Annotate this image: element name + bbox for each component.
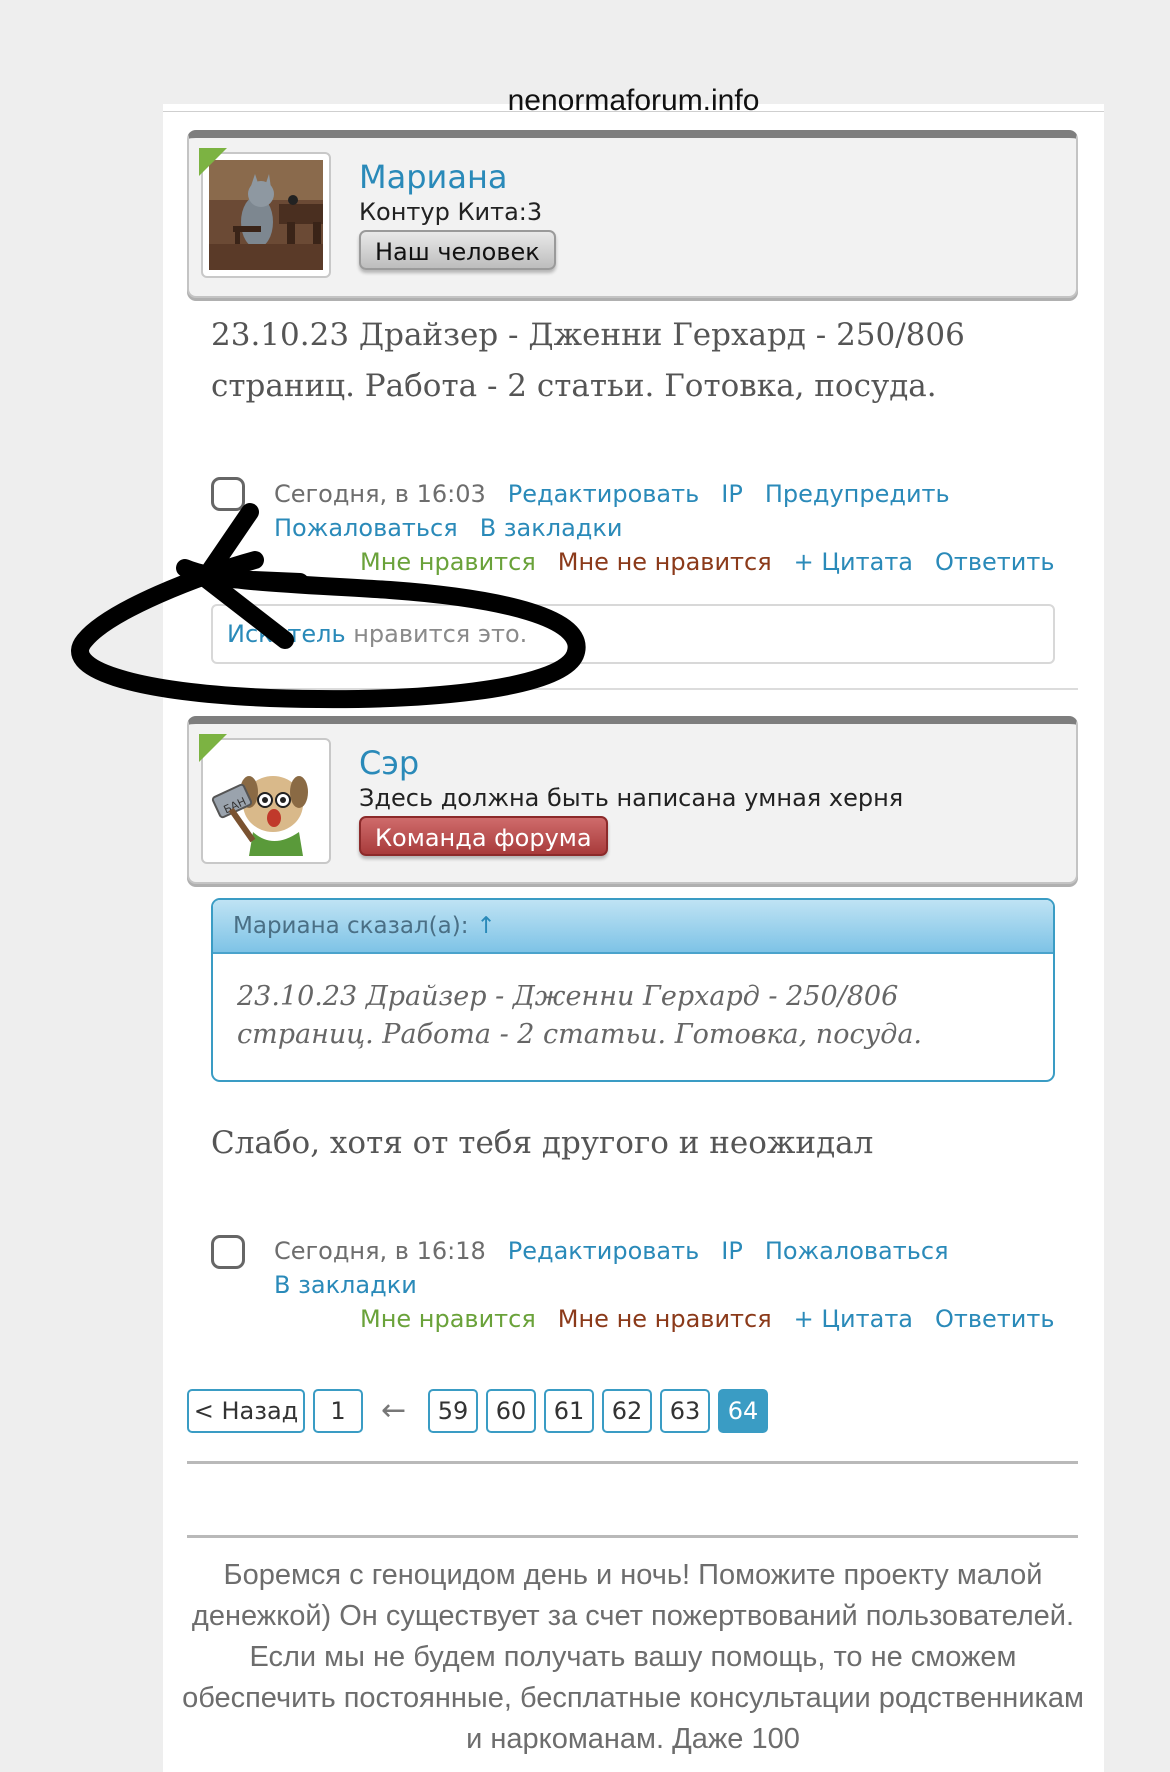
avatar-image: [209, 160, 323, 270]
url-text: nenormaforum.info: [507, 84, 760, 112]
dislike-link[interactable]: Мне не нравится: [558, 1305, 772, 1333]
reply-link[interactable]: Ответить: [935, 1305, 1054, 1333]
user-title: Здесь должна быть написана умная херня: [359, 784, 904, 812]
current-page-indicator: 64: [718, 1389, 768, 1433]
likes-summary: Искатель нравится это.: [211, 604, 1055, 664]
post-message: Слабо, хотя от тебя другого и неожидал: [211, 1125, 874, 1161]
online-status-icon: [199, 734, 227, 762]
ip-link[interactable]: IP: [721, 480, 743, 508]
post-separator: [187, 688, 1078, 690]
page-button[interactable]: 61: [544, 1389, 594, 1433]
like-link[interactable]: Мне нравится: [360, 1305, 536, 1333]
page-button[interactable]: 60: [486, 1389, 536, 1433]
quote-link[interactable]: + Цитата: [794, 548, 913, 576]
quote-link[interactable]: + Цитата: [794, 1305, 913, 1333]
donation-message: Боремся с геноцидом день и ночь! Поможит…: [182, 1559, 1084, 1755]
likes-suffix: нравится это.: [345, 620, 528, 648]
edit-link[interactable]: Редактировать: [508, 480, 700, 508]
url-divider: [163, 111, 1104, 112]
avatar-image: БАН: [209, 746, 323, 856]
user-card-ser: БАН Сэр Здесь должна быть написана умная…: [187, 716, 1078, 884]
reply-link[interactable]: Ответить: [935, 548, 1054, 576]
post-message: 23.10.23 Драйзер - Дженни Герхард - 250/…: [211, 317, 965, 404]
edit-link[interactable]: Редактировать: [508, 1237, 700, 1265]
select-post-checkbox[interactable]: [211, 1235, 245, 1269]
rank-badge: Команда форума: [359, 816, 608, 856]
select-post-checkbox[interactable]: [211, 477, 245, 511]
user-card-mariana: Мариана Контур Кита:3 Наш человек: [187, 130, 1078, 298]
quote-text: 23.10.23 Драйзер - Дженни Герхард - 250/…: [237, 981, 923, 1050]
report-link[interactable]: Пожаловаться: [274, 514, 458, 542]
post-meta-row-2: В закладки: [274, 1268, 439, 1302]
post-date: Сегодня, в 16:03: [274, 480, 486, 508]
post-meta-row-1: Сегодня, в 16:03 Редактировать IP Предупред…: [274, 477, 972, 511]
prev-page-button[interactable]: < Назад: [187, 1389, 305, 1433]
bookmark-link[interactable]: В закладки: [480, 514, 623, 542]
post-meta-row-2: Пожаловаться В закладки: [274, 511, 645, 545]
page-button[interactable]: 63: [660, 1389, 710, 1433]
post-meta-row-3: Мне нравится Мне не нравится + Цитата Ответ…: [360, 545, 1054, 579]
quote-author: Мариана сказал(а):: [233, 913, 469, 939]
page-button[interactable]: 62: [602, 1389, 652, 1433]
liker-username[interactable]: Искатель: [227, 620, 346, 648]
username[interactable]: Мариана: [359, 158, 507, 196]
like-link[interactable]: Мне нравится: [360, 548, 536, 576]
rank-badge: Наш человек: [359, 230, 556, 270]
quote-block: Мариана сказал(а): ↑ 23.10.23 Драйзер - Д…: [211, 898, 1055, 1082]
browser-url-bar[interactable]: nenormaforum.info: [163, 0, 1104, 112]
footer-divider: [187, 1535, 1078, 1538]
username[interactable]: Сэр: [359, 744, 419, 782]
bookmark-link[interactable]: В закладки: [274, 1271, 417, 1299]
footer-divider: [187, 1461, 1078, 1464]
post-meta-row-1: Сегодня, в 16:18 Редактировать IP Пожаловат…: [274, 1234, 971, 1268]
post-date: Сегодня, в 16:18: [274, 1237, 486, 1265]
warn-link[interactable]: Предупредить: [765, 480, 950, 508]
online-status-icon: [199, 148, 227, 176]
jump-to-quote-icon[interactable]: ↑: [476, 913, 495, 939]
user-title: Контур Кита:3: [359, 198, 543, 226]
page-button[interactable]: 59: [428, 1389, 478, 1433]
quote-header: Мариана сказал(а): ↑: [213, 900, 1053, 954]
page-first-button[interactable]: 1: [313, 1389, 363, 1433]
pagination-skip-arrow: ←: [381, 1393, 407, 1428]
report-link[interactable]: Пожаловаться: [765, 1237, 949, 1265]
dislike-link[interactable]: Мне не нравится: [558, 548, 772, 576]
post-meta-row-3: Мне нравится Мне не нравится + Цитата Ответ…: [360, 1302, 1054, 1336]
ip-link[interactable]: IP: [721, 1237, 743, 1265]
